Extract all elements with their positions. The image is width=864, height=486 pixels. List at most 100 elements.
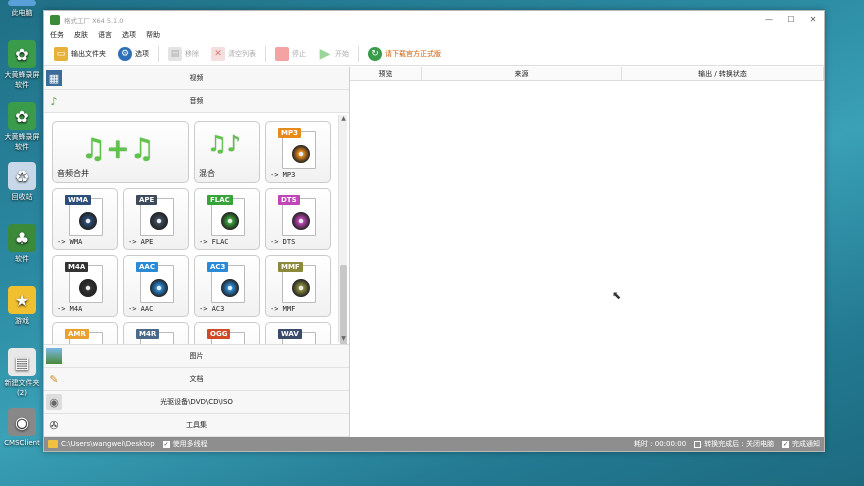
start-button[interactable]: ▶ 开始 (312, 44, 355, 64)
tile-label: -> AC3 (199, 305, 225, 313)
title-bar[interactable]: 格式工厂 X64 5.1.0 — ☐ ✕ (44, 11, 824, 28)
mix-audio-icon: ♫♪ (207, 132, 241, 157)
audio-tool-tile[interactable]: AC3 -> AC3 (194, 255, 260, 317)
status-bar: C:\Users\wangwei\Desktop ✓ 使用多线程 耗时 : 00… (44, 437, 824, 451)
desktop-icon[interactable]: ★ 游戏 (2, 286, 42, 326)
scroll-up-icon[interactable]: ▲ (339, 115, 348, 122)
audio-tool-tile[interactable]: OGG (194, 322, 260, 344)
audio-format-icon: WMA (65, 195, 107, 236)
desktop-icon[interactable]: ♣ 软件 (2, 224, 42, 264)
audio-format-icon: FLAC (207, 195, 249, 236)
options-button[interactable]: ⚙ 选项 (112, 44, 155, 64)
globe-icon: ↻ (368, 46, 382, 61)
elapsed-time: 耗时 : 00:00:00 (633, 440, 687, 448)
tile-label: -> MP3 (270, 171, 296, 179)
after-done-checkbox[interactable] (694, 440, 702, 448)
desktop-icon[interactable]: ✿ 大黄蜂录屏软件 (2, 40, 42, 90)
tile-label: -> M4A (57, 305, 83, 313)
column-preview[interactable]: 预览 (350, 67, 422, 80)
remove-button[interactable]: ▤ 移除 (162, 44, 205, 64)
audio-tool-tile[interactable]: APE -> APE (123, 188, 189, 250)
audio-tool-tile[interactable]: M4A -> M4A (52, 255, 118, 317)
toolbar-divider (358, 45, 359, 62)
after-done-label[interactable]: 转换完成后 : 关闭电脑 (704, 439, 774, 449)
audio-tool-tile[interactable]: DTS -> DTS (265, 188, 331, 250)
desktop-icon[interactable]: ♻ 回收站 (2, 162, 42, 202)
audio-tool-tile[interactable]: AAC -> AAC (123, 255, 189, 317)
play-icon: ▶ (319, 45, 331, 62)
audio-format-icon: OGG (207, 329, 249, 344)
desktop-shortcut-icon: ♣ (8, 224, 36, 252)
tile-label: 音频合并 (57, 169, 89, 178)
audio-tool-tile[interactable]: M4R (123, 322, 189, 344)
task-list: 预览 来源 输出 / 转换状态 ⬉ (350, 67, 824, 437)
menu-task[interactable]: 任务 (50, 30, 64, 40)
audio-tool-tile[interactable]: ♫+♫ 音频合并 (52, 121, 189, 183)
desktop-icon[interactable]: ▤ 新建文件夹 (2) (2, 348, 42, 398)
audio-format-icon: APE (136, 195, 178, 236)
audio-tool-tile[interactable]: MMF -> MMF (265, 255, 331, 317)
toolbar-divider (265, 45, 266, 62)
column-source[interactable]: 来源 (422, 67, 622, 80)
scrollbar[interactable]: ▲ ▼ (338, 115, 348, 344)
desktop-icon[interactable]: 此电脑 (2, 0, 42, 18)
folder-icon: ▭ (54, 46, 68, 61)
scroll-down-icon[interactable]: ▼ (339, 335, 348, 342)
category-video[interactable]: ▦ 视频 (44, 67, 349, 90)
desktop-shortcut-icon: ✿ (8, 102, 36, 130)
audio-format-icon: MP3 (278, 128, 320, 169)
tile-label: -> APE (128, 238, 154, 246)
category-document[interactable]: ✎ 文档 (44, 368, 349, 391)
audio-format-icon: MMF (278, 262, 320, 303)
desktop-icon-label: 软件 (15, 255, 29, 263)
desktop-icon-label: 此电脑 (11, 9, 33, 17)
output-path[interactable]: C:\Users\wangwei\Desktop (61, 440, 155, 448)
category-tools[interactable]: ✇ 工具集 (44, 414, 349, 437)
mouse-cursor-icon: ⬉ (612, 289, 622, 302)
desktop-shortcut-icon: ★ (8, 286, 36, 314)
column-output-status[interactable]: 输出 / 转换状态 (622, 67, 824, 80)
desktop-icon-label: 游戏 (15, 317, 29, 325)
desktop-icon-label: 回收站 (11, 193, 33, 201)
audio-tool-tile[interactable]: MP3 -> MP3 (265, 121, 331, 183)
close-button[interactable]: ✕ (802, 15, 824, 24)
folder-icon[interactable] (48, 440, 58, 448)
audio-format-icon: AC3 (207, 262, 249, 303)
stop-icon (275, 46, 289, 61)
minimize-button[interactable]: — (758, 15, 780, 24)
clear-list-button[interactable]: ✕ 清空列表 (205, 44, 262, 64)
category-disc[interactable]: ◉ 光驱设备\DVD\CD\ISO (44, 391, 349, 414)
audio-tool-tile[interactable]: ♫♪ 混合 (194, 121, 260, 183)
output-folder-button[interactable]: ▭ 输出文件夹 (48, 44, 112, 64)
tile-label: -> MMF (270, 305, 296, 313)
multithread-label: 使用多线程 (172, 440, 208, 448)
menu-language[interactable]: 语言 (98, 30, 112, 40)
window-title: 格式工厂 X64 5.1.0 (64, 16, 124, 25)
audio-tool-tile[interactable]: WMA -> WMA (52, 188, 118, 250)
notify-checkbox[interactable]: ✓ (782, 440, 789, 448)
audio-tool-tile[interactable]: AMR (52, 322, 118, 344)
menu-skin[interactable]: 皮肤 (74, 30, 88, 40)
desktop-icon[interactable]: ◉ CMSClient (2, 408, 42, 448)
menu-help[interactable]: 帮助 (146, 30, 160, 40)
tile-label: 混合 (199, 169, 215, 178)
category-audio[interactable]: ♪ 音频 (44, 90, 349, 113)
audio-tool-tile[interactable]: FLAC -> FLAC (194, 188, 260, 250)
maximize-button[interactable]: ☐ (780, 15, 802, 24)
scrollbar-thumb[interactable] (340, 265, 347, 344)
menu-options[interactable]: 选项 (122, 30, 136, 40)
audio-format-icon: M4A (65, 262, 107, 303)
stop-button[interactable]: 停止 (269, 44, 312, 64)
clear-icon: ✕ (211, 46, 225, 61)
desktop-icon-label: 大黄蜂录屏软件 (4, 133, 40, 151)
audio-tool-tile[interactable]: WAV (265, 322, 331, 344)
tile-label: -> WMA (57, 238, 83, 246)
audio-format-icon: DTS (278, 195, 320, 236)
download-official-link[interactable]: ↻ 请下载官方正式版 (362, 44, 447, 64)
desktop-shortcut-icon: ◉ (8, 408, 36, 436)
notify-label: 完成通知 (792, 440, 820, 448)
multithread-checkbox[interactable]: ✓ (162, 440, 170, 448)
desktop-shortcut-icon: ♻ (8, 162, 36, 190)
desktop-icon[interactable]: ✿ 大黄蜂录屏软件 (2, 102, 42, 152)
category-image[interactable]: 图片 (44, 345, 349, 368)
